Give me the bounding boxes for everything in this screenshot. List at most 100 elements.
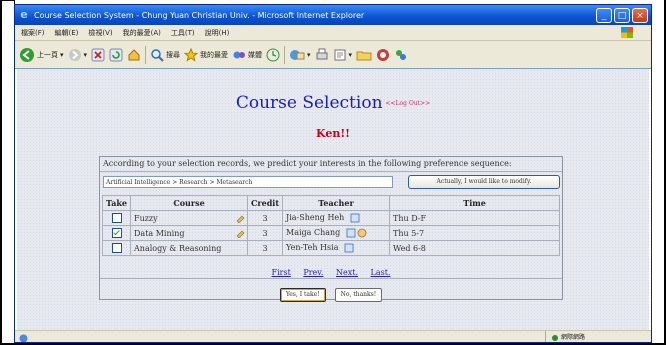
frame-corner: [0, 0, 15, 7]
table-row: Data Mining 3 Maiga Chang Thu 5-7: [101, 225, 560, 241]
media-button[interactable]: 媒體: [232, 45, 262, 65]
table-header-row: Take Course Credit Teacher Time: [101, 195, 560, 211]
teacher-name: Yen-Teh Hsia: [286, 243, 339, 252]
forward-button[interactable]: ▾: [68, 45, 88, 65]
decline-button[interactable]: No, thanks!: [334, 288, 383, 302]
discuss-button[interactable]: [356, 45, 372, 65]
browser-window: e Course Selection System - Chung Yuan C…: [14, 4, 652, 343]
course-credit: 3: [247, 240, 284, 256]
favorites-icon: [184, 47, 199, 62]
zone-label: 網際網路: [561, 334, 586, 341]
media-label: 媒體: [248, 50, 263, 59]
history-icon: [266, 48, 280, 61]
pagination: First Prev. Next. Last.: [100, 268, 562, 277]
course-credit: 3: [247, 225, 284, 241]
stop-button[interactable]: [91, 45, 105, 65]
table-row: Analogy & Reasoning 3 Yen-Teh Hsia Wed 6…: [101, 240, 560, 256]
course-name: Data Mining: [134, 228, 185, 238]
refresh-icon: [109, 48, 123, 61]
close-button[interactable]: ×: [632, 7, 648, 23]
menu-help[interactable]: 說明(H): [205, 28, 230, 38]
course-table: Take Course Credit Teacher Time Fuzzy 3 …: [101, 195, 560, 256]
course-name: Fuzzy: [134, 213, 158, 223]
research-button[interactable]: [376, 45, 390, 65]
teacher-contact-icon[interactable]: [357, 228, 367, 238]
forward-icon: [68, 48, 81, 61]
stop-icon: [91, 48, 105, 61]
next-page-link[interactable]: Next.: [336, 268, 358, 277]
header-teacher: Teacher: [282, 195, 391, 211]
messenger-button[interactable]: [394, 45, 408, 65]
folder-icon: [356, 51, 372, 60]
home-icon: [128, 48, 140, 60]
toolbar-separator: [145, 45, 147, 64]
window-title: Course Selection System - Chung Yuan Chr…: [34, 10, 365, 20]
preference-sequence-field[interactable]: Artificial Intelligence > Research > Met…: [103, 176, 393, 188]
teacher-info-icon[interactable]: [346, 228, 356, 238]
messenger-icon: [396, 49, 407, 60]
mail-button[interactable]: ▾: [289, 45, 311, 65]
page-content: Course Selection <<Log Out>> Ken!! Accord…: [17, 69, 649, 331]
toolbar: 上一頁 ▾ ▾ 搜尋 我的最愛 媒體 ▾ ▾: [15, 41, 651, 69]
windows-logo-icon: [621, 27, 633, 38]
header-time: Time: [389, 195, 560, 211]
edit-button[interactable]: ▾: [333, 45, 353, 65]
internet-zone-icon: [552, 334, 558, 341]
edit-icon: [334, 49, 346, 60]
header-credit: Credit: [247, 195, 284, 211]
page-title-text: Course Selection: [235, 93, 383, 113]
course-name: Analogy & Reasoning: [134, 243, 222, 253]
title-bar[interactable]: e Course Selection System - Chung Yuan C…: [15, 5, 651, 25]
pencil-icon[interactable]: [235, 228, 245, 238]
first-page-link[interactable]: First: [272, 268, 291, 277]
menu-bar: 檔案(F) 編輯(E) 檢視(V) 我的最愛(A) 工具(T) 說明(H): [15, 25, 651, 41]
teacher-name: Jia-Sheng Heh: [286, 213, 345, 222]
menu-tools[interactable]: 工具(T): [171, 28, 195, 38]
media-icon: [233, 51, 246, 58]
course-credit: 3: [247, 210, 284, 226]
security-zone: 網際網路: [545, 331, 651, 342]
prev-page-link[interactable]: Prev.: [303, 268, 323, 277]
logout-link[interactable]: <<Log Out>>: [386, 100, 431, 107]
teacher-info-icon[interactable]: [344, 243, 354, 253]
greeting: Ken!!: [316, 127, 350, 140]
take-course-button[interactable]: Yes, I take!: [279, 288, 326, 302]
teacher-name: Maiga Chang: [286, 228, 341, 237]
viewport: Course Selection <<Log Out>> Ken!! Accord…: [15, 68, 651, 331]
favorites-button[interactable]: 我的最愛: [184, 45, 228, 65]
header-take: Take: [101, 195, 132, 211]
last-page-link[interactable]: Last.: [371, 268, 391, 277]
prediction-message: According to your selection records, we …: [103, 159, 512, 168]
home-button[interactable]: [127, 45, 141, 65]
status-bar: 網際網路: [15, 330, 651, 342]
header-course: Course: [130, 195, 249, 211]
back-icon: [20, 47, 34, 62]
pencil-icon[interactable]: [235, 213, 245, 223]
take-checkbox[interactable]: [111, 213, 122, 223]
menu-edit[interactable]: 編輯(E): [55, 28, 79, 38]
take-checkbox[interactable]: [111, 243, 122, 253]
table-row: Fuzzy 3 Jia-Sheng Heh Thu D-F: [101, 210, 560, 226]
take-checkbox[interactable]: [111, 228, 122, 238]
divider: [100, 278, 562, 279]
mail-dropdown-icon[interactable]: ▾: [307, 51, 311, 59]
back-button[interactable]: 上一頁 ▾: [19, 45, 64, 65]
teacher-info-icon[interactable]: [350, 213, 360, 223]
refresh-button[interactable]: [109, 45, 123, 65]
mail-icon: [290, 49, 305, 60]
back-dropdown-icon[interactable]: ▾: [60, 51, 64, 59]
menu-view[interactable]: 檢視(V): [88, 28, 112, 38]
maximize-button[interactable]: □: [614, 7, 630, 23]
forward-dropdown-icon[interactable]: ▾: [84, 51, 88, 59]
page-status-icon: [19, 334, 28, 342]
modify-button[interactable]: Actually, I would like to modify.: [408, 175, 560, 189]
history-button[interactable]: [266, 45, 280, 65]
menu-favorites[interactable]: 我的最愛(A): [123, 28, 161, 38]
print-icon: [316, 48, 328, 59]
edit-dropdown-icon[interactable]: ▾: [349, 51, 353, 59]
discuss-icon: [377, 48, 390, 61]
print-button[interactable]: [315, 45, 329, 65]
search-button[interactable]: 搜尋: [150, 45, 180, 65]
menu-file[interactable]: 檔案(F): [21, 28, 45, 38]
minimize-button[interactable]: _: [596, 7, 612, 23]
